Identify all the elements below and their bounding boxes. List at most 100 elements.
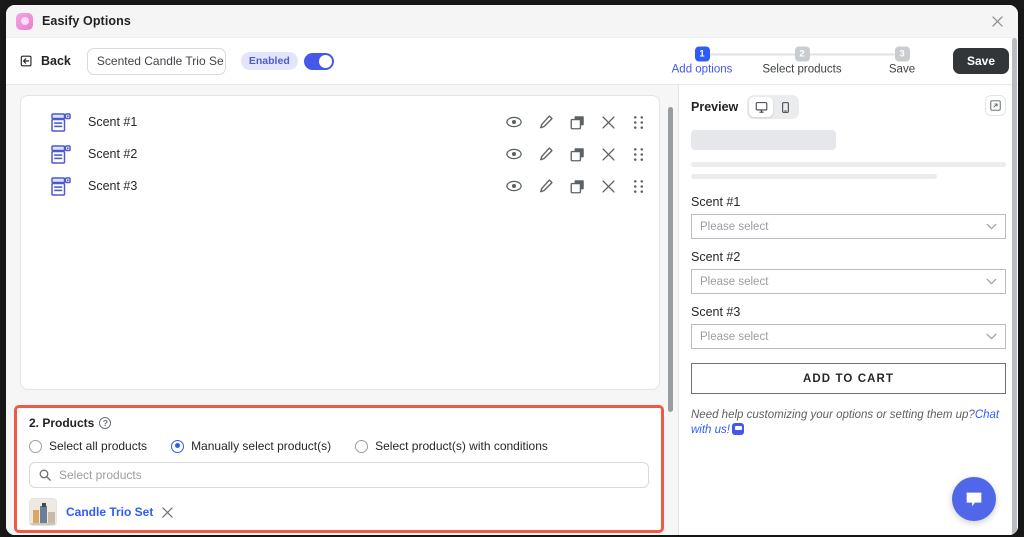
app-title: Easify Options [42, 14, 131, 28]
eye-icon[interactable] [506, 146, 522, 162]
left-column: Scent #1 Scent #2 Scent #3 2. Products ?… [6, 85, 674, 535]
delete-x-icon[interactable] [601, 115, 616, 130]
option-label: Scent #1 [88, 115, 138, 129]
pencil-icon[interactable] [538, 178, 554, 194]
step-number: 3 [894, 46, 910, 62]
chevron-down-icon [986, 276, 997, 288]
device-toggle-group [747, 95, 800, 119]
top-toolbar: Back Scented Candle Trio Se Enabled 1 Ad… [6, 38, 1018, 85]
preview-field-label: Scent #3 [691, 305, 741, 319]
preview-header: Preview [691, 95, 1006, 119]
option-row[interactable]: Scent #1 [21, 106, 659, 138]
add-to-cart-button[interactable]: ADD TO CART [691, 363, 1006, 394]
remove-x-icon[interactable] [162, 506, 174, 518]
search-icon [39, 469, 51, 481]
main-body: Scent #1 Scent #2 Scent #3 2. Products ?… [6, 85, 1018, 535]
preview-select-scent-2[interactable]: Please select [691, 269, 1006, 294]
radio-circle-selected [171, 439, 185, 453]
expand-icon[interactable] [985, 95, 1006, 116]
radio-label: Select product(s) with conditions [375, 439, 548, 453]
option-set-title-input[interactable]: Scented Candle Trio Se [86, 47, 226, 75]
step-label: Save [888, 63, 916, 76]
chat-widget-button[interactable] [952, 477, 996, 521]
mobile-icon[interactable] [773, 97, 797, 117]
products-section: 2. Products ? Select all products Manual… [14, 405, 664, 533]
preview-select-scent-1[interactable]: Please select [691, 214, 1006, 239]
duplicate-icon[interactable] [570, 115, 585, 130]
radio-select-all-products[interactable]: Select all products [29, 439, 147, 453]
step-connector [702, 53, 802, 56]
products-heading-label: 2. Products [29, 416, 95, 430]
option-row[interactable]: Scent #2 [21, 138, 659, 170]
product-search-input[interactable]: Select products [29, 462, 649, 488]
duplicate-icon[interactable] [570, 179, 585, 194]
help-question-icon[interactable]: ? [99, 417, 112, 429]
product-search-placeholder: Select products [59, 468, 142, 482]
option-label: Scent #3 [88, 179, 138, 193]
step-select-products[interactable]: 2 Select products [752, 46, 902, 76]
radio-select-products-with-conditions[interactable]: Select product(s) with conditions [355, 439, 548, 453]
step-save[interactable]: 3 Save [852, 46, 952, 76]
chevron-down-icon [986, 221, 997, 233]
preview-field-label: Scent #1 [691, 195, 741, 209]
option-label: Scent #2 [88, 147, 138, 161]
dropdown-field-icon [51, 176, 71, 196]
wizard-stepper: 1 Add options 2 Select products 3 Save [652, 46, 952, 76]
drag-handle-icon[interactable] [632, 147, 645, 162]
eye-icon[interactable] [506, 114, 522, 130]
option-row-actions [506, 146, 645, 162]
step-label: Select products [762, 63, 842, 76]
easify-options-window: Easify Options Back Scented Candle Trio … [6, 5, 1018, 535]
drag-handle-icon[interactable] [632, 115, 645, 130]
preview-select-placeholder: Please select [700, 220, 769, 233]
product-thumbnail [29, 498, 57, 526]
radio-label: Manually select product(s) [191, 439, 332, 453]
candle-trio-image [30, 499, 56, 525]
easify-app-icon [16, 12, 33, 30]
preview-skeleton-line [691, 162, 1006, 167]
desktop-icon[interactable] [749, 97, 774, 117]
back-arrow-icon [20, 55, 32, 67]
option-row-actions [506, 114, 645, 130]
dropdown-field-icon [51, 144, 71, 164]
help-text-label: Need help customizing your options or se… [691, 409, 975, 421]
delete-x-icon[interactable] [601, 179, 616, 194]
radio-circle [29, 439, 42, 453]
product-name-link[interactable]: Candle Trio Set [66, 505, 153, 519]
option-row-actions [506, 178, 645, 194]
back-button[interactable]: Back [20, 54, 71, 68]
preview-panel: Preview Scent #1 Please select Scent #2 … [678, 85, 1018, 535]
page-scrollbar[interactable] [1012, 38, 1017, 535]
preview-select-placeholder: Please select [700, 275, 769, 288]
enabled-status-badge: Enabled [240, 52, 298, 70]
enabled-toggle-switch[interactable] [303, 52, 334, 70]
product-selection-radio-group: Select all products Manually select prod… [29, 439, 649, 453]
radio-manually-select-products[interactable]: Manually select product(s) [171, 439, 331, 453]
eye-icon[interactable] [506, 178, 522, 194]
close-icon[interactable] [988, 12, 1006, 30]
drag-handle-icon[interactable] [632, 179, 645, 194]
dropdown-field-icon [51, 112, 71, 132]
step-add-options[interactable]: 1 Add options [652, 46, 802, 76]
pencil-icon[interactable] [538, 114, 554, 130]
preview-help-text: Need help customizing your options or se… [691, 408, 1006, 438]
duplicate-icon[interactable] [570, 147, 585, 162]
option-row[interactable]: Scent #3 [21, 170, 659, 202]
window-titlebar: Easify Options [6, 5, 1018, 38]
pencil-icon[interactable] [538, 146, 554, 162]
step-number: 1 [694, 46, 710, 62]
enabled-toggle-group: Enabled [240, 52, 334, 70]
save-button[interactable]: Save [952, 48, 1009, 74]
step-number: 2 [794, 46, 810, 62]
preview-select-placeholder: Please select [700, 330, 769, 343]
preview-skeleton-line [691, 174, 937, 179]
products-heading: 2. Products ? [29, 416, 649, 430]
step-label: Add options [671, 63, 733, 76]
back-label: Back [41, 54, 71, 68]
delete-x-icon[interactable] [601, 147, 616, 162]
options-list-scrollbar[interactable] [668, 107, 673, 412]
preview-title: Preview [691, 100, 739, 114]
preview-select-scent-3[interactable]: Please select [691, 324, 1006, 349]
step-connector [802, 53, 902, 56]
radio-circle [355, 439, 369, 453]
